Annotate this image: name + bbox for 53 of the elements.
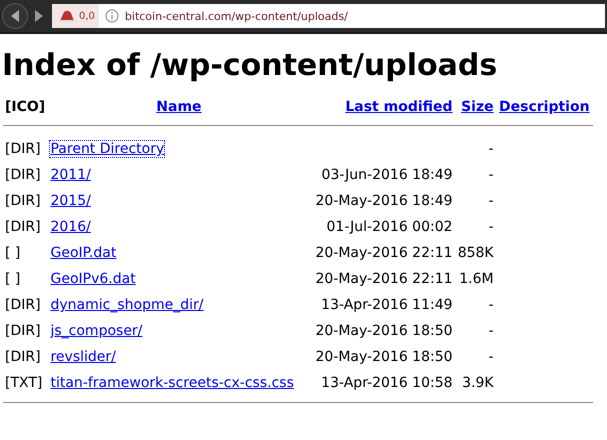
file-size: 1.6M bbox=[459, 271, 494, 287]
file-link[interactable]: 2016/ bbox=[50, 219, 91, 235]
modified-date: 01-Jul-2016 00:02 bbox=[326, 219, 453, 235]
modified-date: 20-May-2016 18:49 bbox=[315, 193, 453, 209]
extension-button[interactable]: 0,0 bbox=[52, 4, 99, 28]
file-size: - bbox=[488, 219, 494, 235]
modified-date: 03-Jun-2016 18:49 bbox=[322, 167, 453, 183]
file-link[interactable]: revslider/ bbox=[50, 349, 116, 365]
modified-date: 20-May-2016 18:50 bbox=[315, 323, 453, 339]
modified-date: 13-Apr-2016 11:49 bbox=[321, 297, 453, 313]
file-size: - bbox=[488, 323, 494, 339]
file-size: - bbox=[488, 297, 494, 313]
back-button[interactable] bbox=[2, 3, 28, 29]
file-size: - bbox=[488, 349, 494, 365]
counter-text: 0,0 bbox=[79, 10, 95, 22]
file-link[interactable]: GeoIPv6.dat bbox=[50, 271, 136, 287]
file-link[interactable]: dynamic_shopme_dir/ bbox=[50, 297, 204, 313]
file-type: [ ] bbox=[5, 245, 20, 261]
file-link[interactable]: js_composer/ bbox=[50, 323, 142, 339]
column-header: [ICO] bbox=[5, 99, 46, 115]
url-text: bitcoin-central.com/wp-content/uploads/ bbox=[124, 10, 348, 22]
file-link[interactable]: 2015/ bbox=[50, 193, 91, 209]
modified-date: 20-May-2016 18:50 bbox=[315, 349, 453, 365]
column-header-link[interactable]: Description bbox=[499, 99, 590, 115]
forward-icon bbox=[33, 9, 45, 23]
file-size: - bbox=[488, 141, 494, 157]
file-type: [DIR] bbox=[5, 297, 41, 313]
column-header-link[interactable]: Name bbox=[156, 99, 202, 115]
file-type: [TXT] bbox=[5, 375, 42, 391]
modified-date: 13-Apr-2016 10:58 bbox=[321, 375, 453, 391]
column-header-link[interactable]: Size bbox=[461, 99, 494, 115]
file-type: [DIR] bbox=[5, 141, 41, 157]
file-type: [DIR] bbox=[5, 193, 41, 209]
hat-icon bbox=[58, 9, 76, 23]
file-link[interactable]: Parent Directory bbox=[50, 141, 164, 157]
file-type: [ ] bbox=[5, 271, 20, 287]
page-title: Index of /wp-content/uploads bbox=[2, 48, 498, 83]
file-link[interactable]: GeoIP.dat bbox=[50, 245, 116, 261]
column-header-link[interactable]: Last modified bbox=[345, 99, 453, 115]
file-type: [DIR] bbox=[5, 323, 41, 339]
address-bar[interactable]: 0,0 bitcoin-central.com/wp-content/uploads/ bbox=[52, 4, 605, 28]
file-type: [DIR] bbox=[5, 167, 41, 183]
file-link[interactable]: 2011/ bbox=[50, 167, 91, 183]
file-size: 3.9K bbox=[462, 375, 494, 391]
file-size: 858K bbox=[458, 245, 494, 261]
file-size: - bbox=[488, 193, 494, 209]
modified-date: 20-May-2016 22:11 bbox=[315, 271, 453, 287]
file-type: [DIR] bbox=[5, 219, 41, 235]
file-type: [DIR] bbox=[5, 349, 41, 365]
file-size: - bbox=[488, 167, 494, 183]
info-icon bbox=[104, 9, 119, 23]
file-link[interactable]: titan-framework-screets-cx-css.css bbox=[50, 375, 294, 391]
modified-date: 20-May-2016 22:11 bbox=[315, 245, 453, 261]
